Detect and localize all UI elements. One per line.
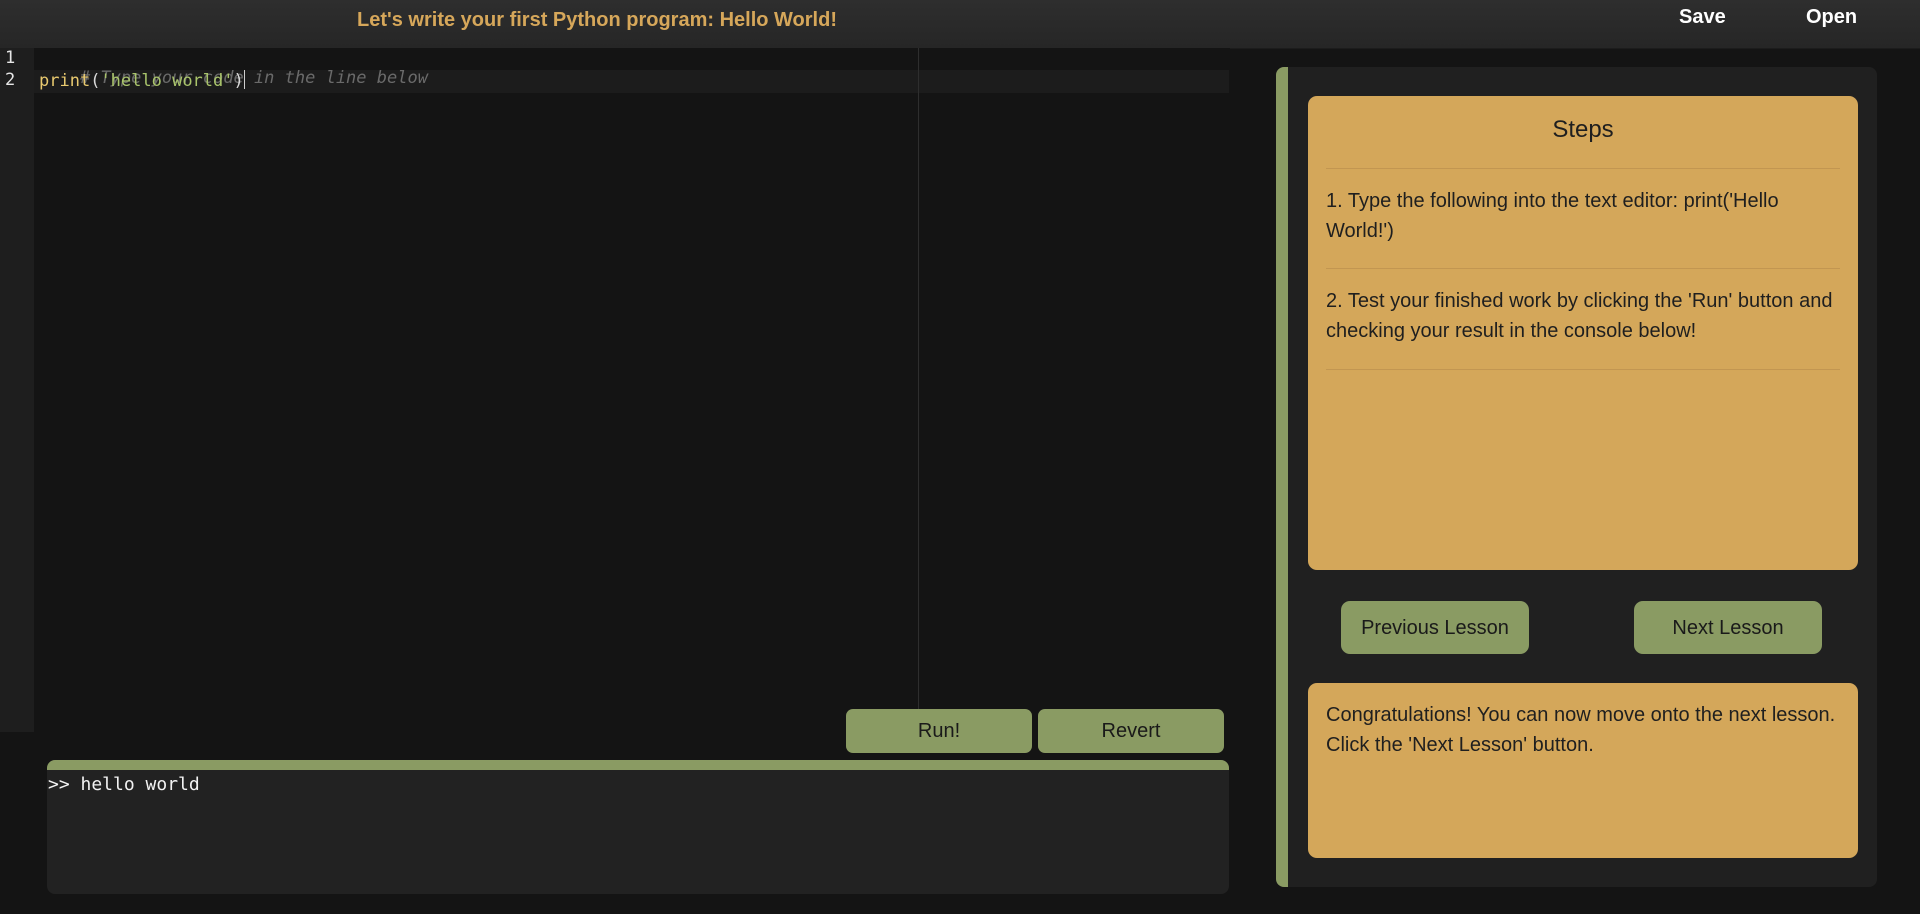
top-bar: Let's write your first Python program: H… — [0, 0, 1920, 49]
text-cursor — [243, 70, 245, 89]
steps-divider — [1326, 268, 1840, 270]
line-number-1: 1 — [5, 48, 16, 68]
steps-card: Steps 1. Type the following into the tex… — [1308, 96, 1858, 570]
previous-lesson-button[interactable]: Previous Lesson — [1341, 601, 1529, 654]
step-item-1: 1. Type the following into the text edit… — [1326, 190, 1779, 242]
code-line-2[interactable]: print('hello world') — [39, 70, 245, 91]
next-lesson-button[interactable]: Next Lesson — [1634, 601, 1822, 654]
code-editor[interactable]: 1 2 # Type your code in the line below p… — [0, 48, 1230, 732]
console-output: >> hello world — [48, 774, 200, 795]
console-top-bar — [47, 760, 1229, 770]
lesson-panel: Steps 1. Type the following into the tex… — [1276, 67, 1877, 887]
open-button[interactable]: Open — [1806, 6, 1857, 29]
save-button[interactable]: Save — [1679, 6, 1726, 29]
print-margin — [918, 48, 919, 732]
revert-button[interactable]: Revert — [1038, 709, 1224, 753]
step-item-2: 2. Test your finished work by clicking t… — [1326, 290, 1833, 342]
steps-title: Steps — [1552, 116, 1614, 143]
code-string: 'hello world' — [100, 71, 234, 91]
code-function-name: print — [39, 71, 91, 91]
feedback-message: Congratulations! You can now move onto t… — [1326, 704, 1836, 756]
line-number-gutter: 1 2 — [0, 48, 34, 732]
code-close-paren: ) — [233, 71, 244, 91]
line-number-2: 2 — [5, 70, 16, 90]
run-button[interactable]: Run! — [846, 709, 1032, 753]
panel-accent-bar — [1276, 67, 1288, 887]
output-console: >> hello world — [47, 760, 1229, 894]
steps-divider — [1326, 168, 1840, 170]
steps-divider — [1326, 369, 1840, 371]
code-open-paren: ( — [90, 71, 101, 91]
lesson-title: Let's write your first Python program: H… — [357, 9, 837, 31]
feedback-card: Congratulations! You can now move onto t… — [1308, 683, 1858, 858]
